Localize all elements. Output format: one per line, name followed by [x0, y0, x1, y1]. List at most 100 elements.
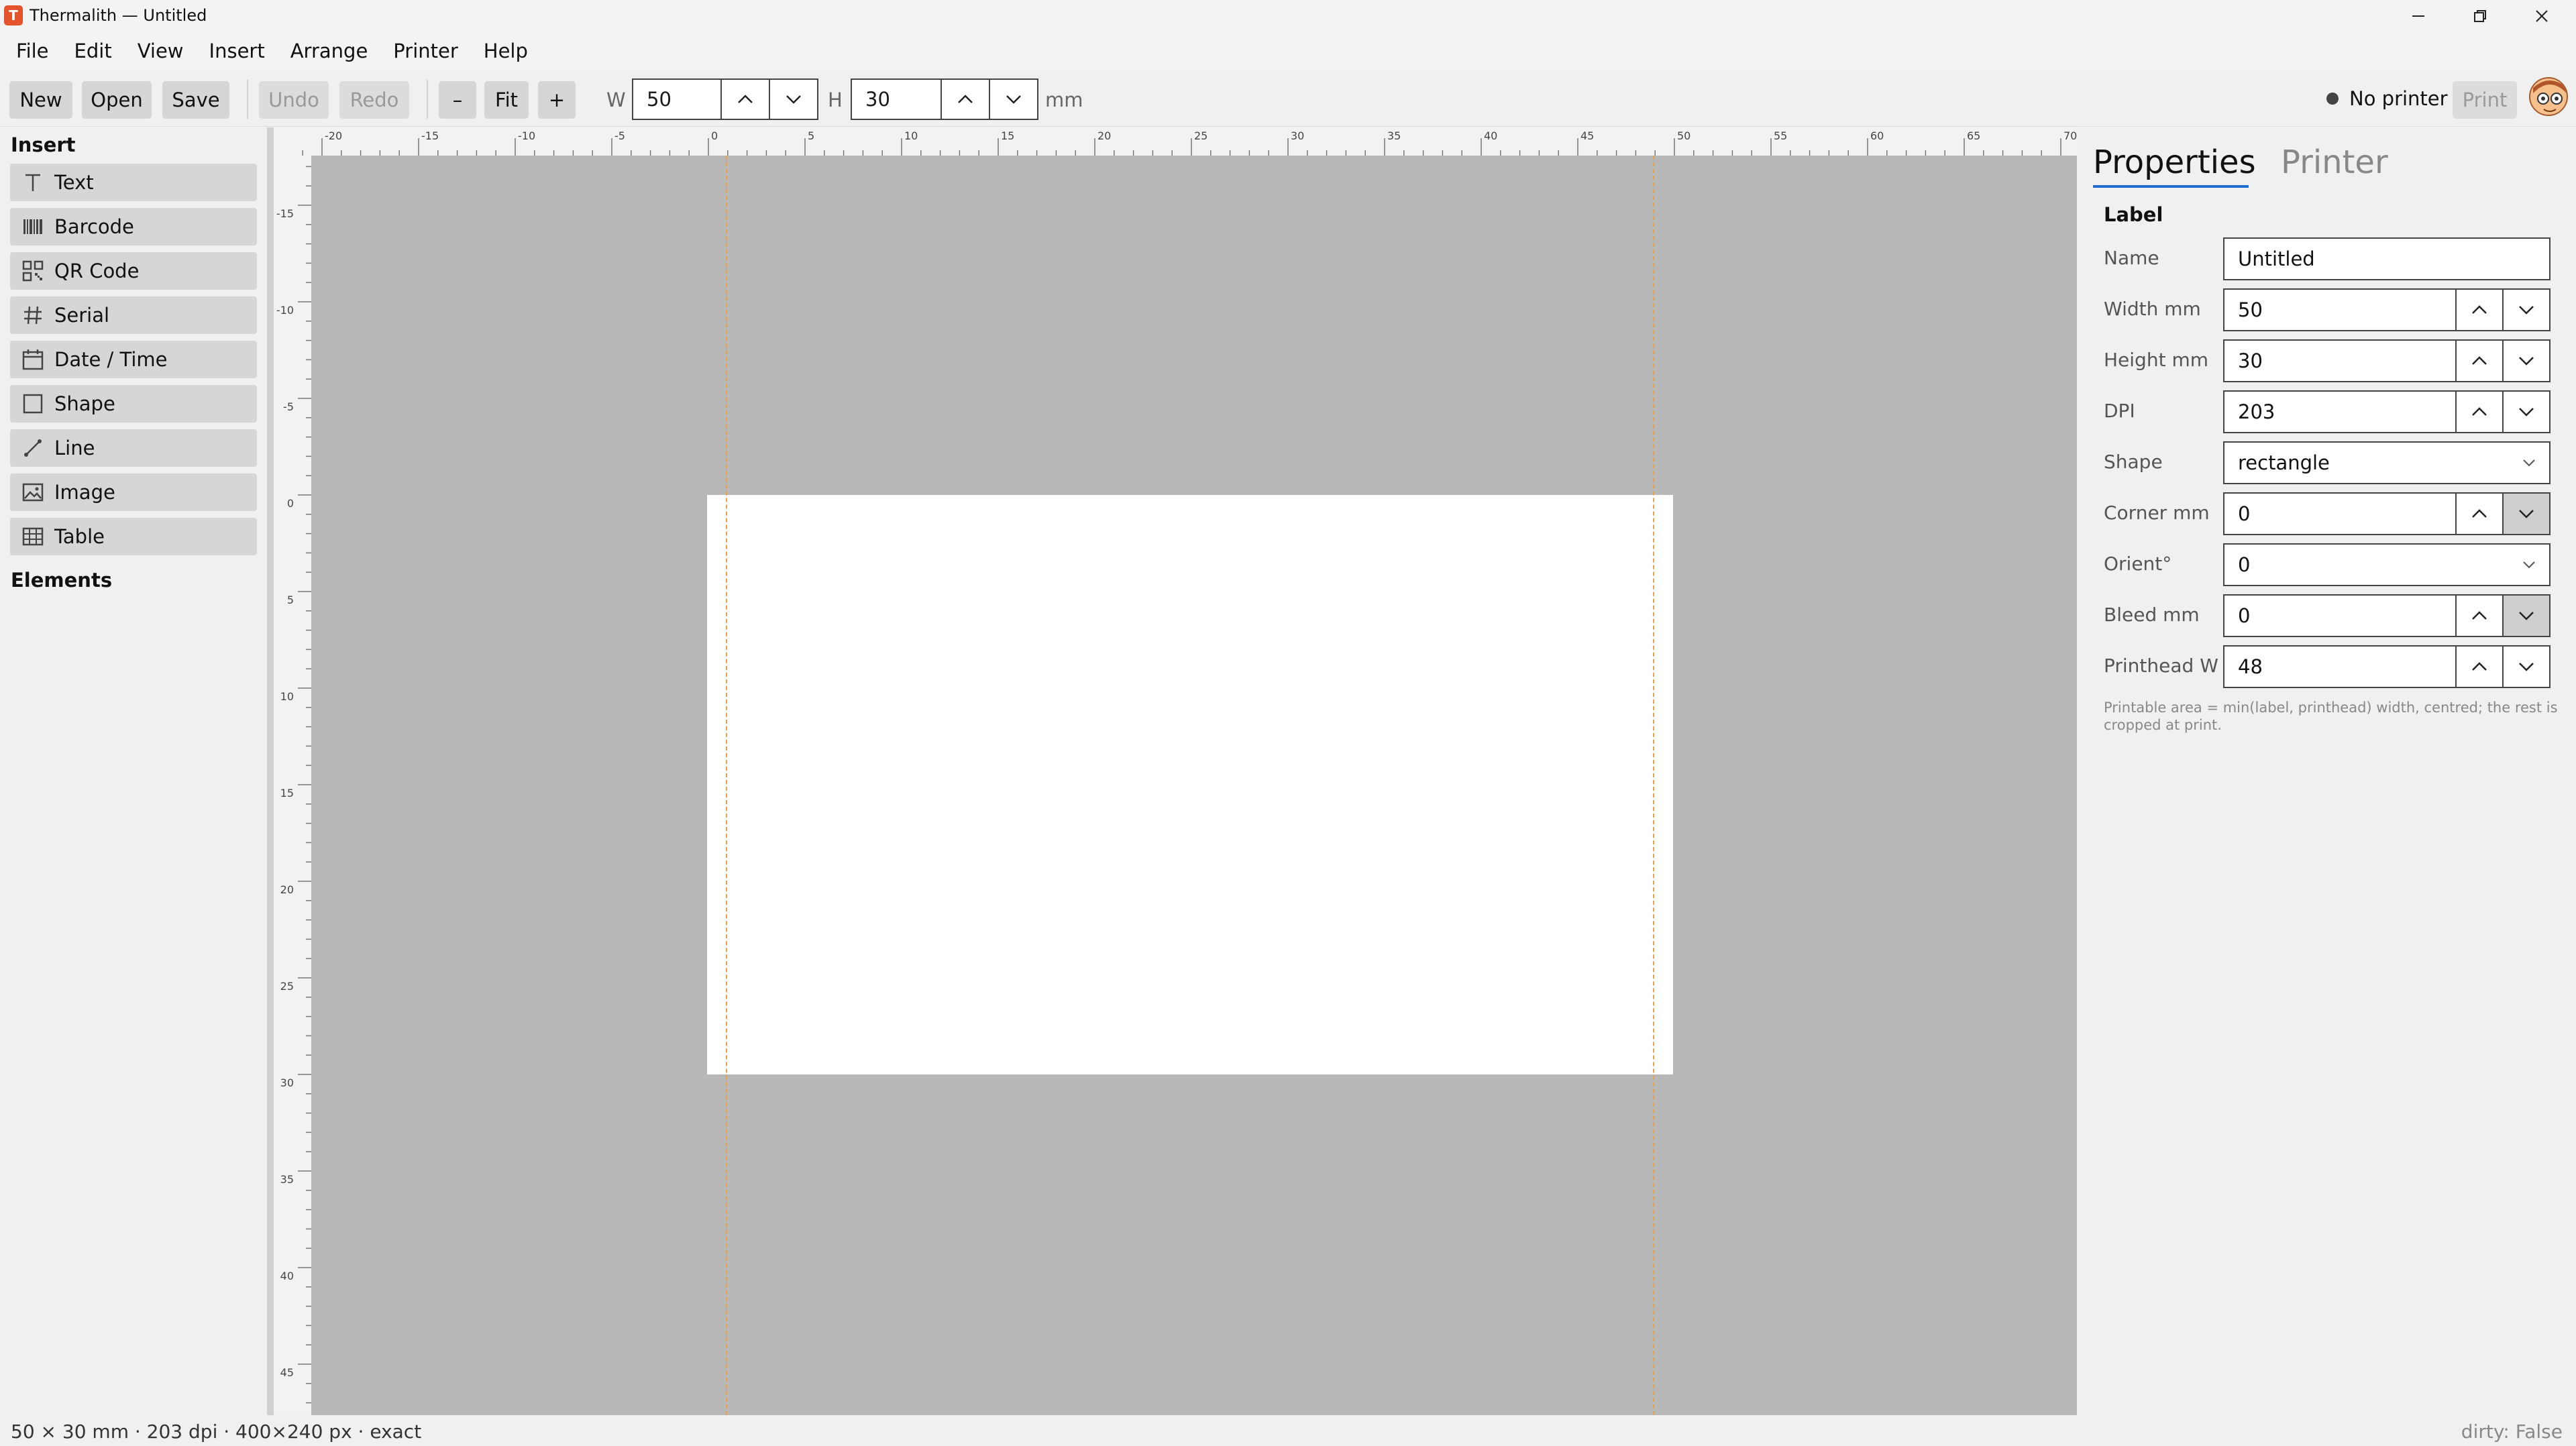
dpi-value[interactable]: 203: [2224, 400, 2455, 423]
barcode-icon: [21, 215, 45, 239]
fit-button[interactable]: Fit: [484, 81, 529, 119]
insert-line-button[interactable]: Line: [10, 429, 257, 467]
restore-button[interactable]: [2450, 0, 2510, 32]
canvas-area[interactable]: [311, 156, 2077, 1415]
line-icon: [21, 436, 45, 460]
width-mm-stepper[interactable]: 50: [2223, 288, 2551, 331]
height-mm-stepper[interactable]: 30: [2223, 339, 2551, 382]
calendar-icon: [21, 347, 45, 372]
height-mm-value[interactable]: 30: [2224, 349, 2455, 372]
tab-printer[interactable]: Printer: [2281, 142, 2388, 182]
minimize-button[interactable]: [2388, 0, 2449, 32]
corner-mm-decrement-button[interactable]: [2502, 494, 2549, 534]
printhead-width-stepper[interactable]: 48: [2223, 645, 2551, 688]
corner-mm-value[interactable]: 0: [2224, 502, 2455, 525]
corner-mm-increment-button[interactable]: [2455, 494, 2502, 534]
printhead-width-increment-button[interactable]: [2455, 647, 2502, 687]
name-value[interactable]: Untitled: [2224, 247, 2549, 270]
insert-image-button[interactable]: Image: [10, 474, 257, 511]
avatar[interactable]: [2529, 77, 2568, 116]
height-mm-increment-button[interactable]: [2455, 341, 2502, 381]
redo-button[interactable]: Redo: [339, 81, 409, 119]
bleed-mm-increment-button[interactable]: [2455, 596, 2502, 636]
zoom-out-button[interactable]: –: [439, 81, 476, 119]
bleed-mm-value[interactable]: 0: [2224, 604, 2455, 627]
toolbar-separator: [427, 80, 428, 119]
ruler-label: 10: [280, 690, 294, 703]
chevron-down-icon: [2519, 663, 2534, 671]
tab-properties[interactable]: Properties: [2093, 142, 2256, 182]
bleed-mm-stepper[interactable]: 0: [2223, 594, 2551, 637]
menu-insert[interactable]: Insert: [197, 40, 278, 62]
chevron-down-icon[interactable]: [2509, 545, 2549, 585]
name-field[interactable]: Untitled: [2223, 237, 2551, 280]
insert-text-button[interactable]: Text: [10, 164, 257, 201]
width-increment-button[interactable]: [720, 80, 769, 119]
width-mm-increment-button[interactable]: [2455, 290, 2502, 330]
menu-help[interactable]: Help: [472, 40, 541, 62]
undo-button[interactable]: Undo: [259, 81, 329, 119]
menu-file[interactable]: File: [4, 40, 62, 62]
insert-item-label: Image: [54, 481, 115, 504]
width-value[interactable]: 50: [633, 88, 720, 111]
printable-area-guide-left: [726, 156, 727, 1415]
corner-mm-stepper[interactable]: 0: [2223, 492, 2551, 535]
dpi-stepper[interactable]: 203: [2223, 390, 2551, 433]
insert-table-button[interactable]: Table: [10, 518, 257, 555]
close-button[interactable]: [2512, 0, 2572, 32]
height-mm-decrement-button[interactable]: [2502, 341, 2549, 381]
menu-arrange[interactable]: Arrange: [278, 40, 382, 62]
height-value[interactable]: 30: [852, 88, 941, 111]
insert-item-label: Table: [54, 525, 105, 548]
zoom-in-button[interactable]: +: [538, 81, 576, 119]
printer-status: No printer: [2349, 87, 2448, 110]
insert-item-label: Text: [54, 171, 94, 194]
menu-edit[interactable]: Edit: [62, 40, 125, 62]
new-button[interactable]: New: [9, 81, 72, 119]
width-stepper[interactable]: 50: [632, 78, 818, 120]
height-decrement-button[interactable]: [989, 80, 1037, 119]
ruler-label: 55: [1774, 129, 1787, 142]
chevron-down-icon: [2519, 612, 2534, 620]
width-mm-decrement-button[interactable]: [2502, 290, 2549, 330]
printhead-width-value[interactable]: 48: [2224, 655, 2455, 678]
menu-printer[interactable]: Printer: [381, 40, 471, 62]
width-mm-value[interactable]: 50: [2224, 298, 2455, 321]
printhead-width-decrement-button[interactable]: [2502, 647, 2549, 687]
insert-item-label: Barcode: [54, 215, 134, 238]
bleed-mm-decrement-button[interactable]: [2502, 596, 2549, 636]
dpi-decrement-button[interactable]: [2502, 392, 2549, 432]
insert-date-time-button[interactable]: Date / Time: [10, 341, 257, 378]
window-title: Thermalith — Untitled: [30, 6, 207, 25]
ruler-label: -5: [614, 129, 625, 142]
save-button[interactable]: Save: [162, 81, 229, 119]
print-button[interactable]: Print: [2453, 81, 2517, 119]
insert-heading: Insert: [11, 133, 76, 156]
ruler-label: 30: [1291, 129, 1304, 142]
insert-qr-code-button[interactable]: QR Code: [10, 252, 257, 290]
open-button[interactable]: Open: [82, 81, 152, 119]
ruler-label: 0: [711, 129, 718, 142]
label-canvas[interactable]: [707, 495, 1673, 1074]
ruler-label: 65: [1967, 129, 1980, 142]
orientation-value[interactable]: 0: [2224, 553, 2509, 576]
menu-view[interactable]: View: [125, 40, 197, 62]
toolbar-separator: [247, 80, 248, 119]
insert-barcode-button[interactable]: Barcode: [10, 208, 257, 245]
width-decrement-button[interactable]: [769, 80, 817, 119]
unit-label: mm: [1045, 89, 1083, 111]
orientation-select[interactable]: 0: [2223, 543, 2551, 586]
shape-select[interactable]: rectangle: [2223, 441, 2551, 484]
dpi-increment-button[interactable]: [2455, 392, 2502, 432]
panel-splitter[interactable]: [267, 127, 274, 1415]
ruler-label: 30: [280, 1076, 294, 1089]
chevron-down-icon[interactable]: [2509, 443, 2549, 483]
insert-shape-button[interactable]: Shape: [10, 385, 257, 423]
chevron-down-icon: [2519, 408, 2534, 416]
insert-serial-button[interactable]: Serial: [10, 296, 257, 334]
height-increment-button[interactable]: [941, 80, 989, 119]
ruler-label: 15: [280, 787, 294, 799]
name-label: Name: [2104, 247, 2159, 269]
height-stepper[interactable]: 30: [851, 78, 1038, 120]
shape-value[interactable]: rectangle: [2224, 451, 2509, 474]
